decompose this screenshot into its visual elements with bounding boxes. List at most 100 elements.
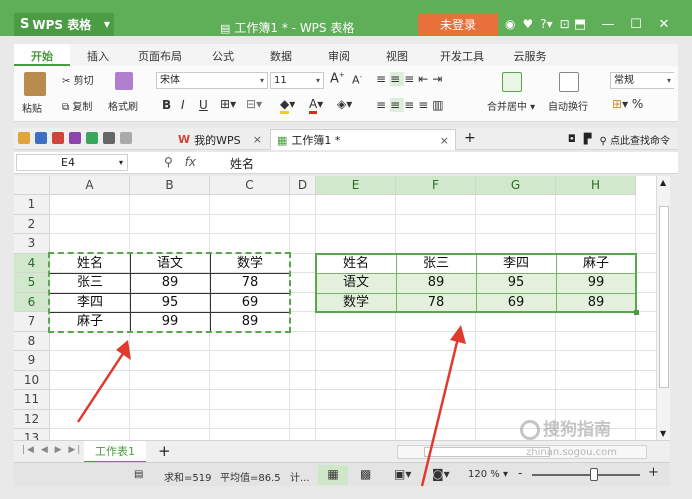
column-header-c[interactable]: C (210, 176, 290, 195)
indent-decrease-icon[interactable]: ⇤ (418, 72, 432, 86)
normal-view-button[interactable]: ▦ (318, 465, 348, 485)
percent-button[interactable]: % (632, 97, 643, 111)
undo-icon[interactable] (103, 132, 115, 144)
wrap-text-button[interactable]: 自动换行 (548, 98, 588, 113)
row-header-5[interactable]: 5 (14, 273, 50, 293)
align-left-icon[interactable]: ≡ (376, 98, 390, 112)
row-header-13[interactable]: 13 (14, 429, 50, 440)
format-painter-icon[interactable] (115, 72, 133, 90)
status-doc-icon[interactable]: ▤ (134, 469, 143, 480)
print-icon[interactable] (69, 132, 81, 144)
italic-button[interactable]: I (181, 98, 185, 112)
wrap-text-icon[interactable] (559, 72, 579, 92)
tab-page-layout[interactable]: 页面布局 (126, 44, 194, 66)
scroll-up-icon[interactable]: ▲ (660, 178, 666, 187)
save-icon[interactable] (35, 132, 47, 144)
close-tab-my-wps[interactable]: × (253, 133, 262, 146)
align-bottom-icon[interactable]: ≡ (404, 72, 418, 86)
number-format-select[interactable]: 常规 (610, 72, 674, 89)
column-header-d[interactable]: D (290, 176, 316, 195)
column-header-f[interactable]: F (396, 176, 476, 195)
page-break-view-button[interactable]: ▩ (360, 467, 371, 481)
align-center-icon[interactable]: ≡ (390, 98, 405, 112)
tab-insert[interactable]: 插入 (70, 44, 126, 66)
doc-share-icon[interactable]: ◘ (568, 134, 576, 145)
column-header-e[interactable]: E (316, 176, 396, 195)
help-icon[interactable]: ?▾ (540, 17, 552, 31)
layout-icon[interactable]: ▛ (584, 134, 592, 145)
export-pdf-icon[interactable] (52, 132, 64, 144)
tab-review[interactable]: 审阅 (310, 44, 368, 66)
add-sheet-button[interactable]: + (158, 442, 171, 460)
tab-cloud[interactable]: 云服务 (498, 44, 562, 66)
login-button[interactable]: 未登录 (418, 13, 498, 36)
column-header-b[interactable]: B (130, 176, 210, 195)
skin-icon[interactable]: ◉ (505, 17, 515, 31)
merge-center-button[interactable]: 合并居中 ▾ (487, 98, 535, 113)
wps-app-menu-button[interactable]: S WPS 表格 ▼ (14, 13, 114, 36)
bold-button[interactable]: B (162, 98, 171, 112)
currency-button[interactable]: ⊞▾ % (612, 97, 643, 111)
tab-developer[interactable]: 开发工具 (426, 44, 498, 66)
zoom-out-button[interactable]: - (518, 466, 522, 480)
tab-view[interactable]: 视图 (368, 44, 426, 66)
cut-button[interactable]: ✂ 剪切 (62, 72, 94, 87)
row-header-6[interactable]: 6 (14, 292, 50, 312)
row-header-1[interactable]: 1 (14, 195, 50, 215)
zoom-level[interactable]: 120 % ▾ (468, 469, 508, 480)
name-box[interactable]: E4 (16, 154, 128, 171)
fill-handle[interactable] (634, 310, 639, 315)
more-icon[interactable] (120, 132, 132, 144)
tab-my-wps[interactable]: W 我的WPS × (172, 129, 268, 150)
paste-icon[interactable] (24, 72, 46, 96)
select-all-corner[interactable] (14, 176, 50, 195)
justify-icon[interactable]: ≡ (418, 98, 432, 112)
distributed-icon[interactable]: ▥ (432, 98, 447, 112)
pin-icon[interactable]: ⬒ (566, 13, 594, 36)
vertical-scroll-thumb[interactable] (659, 206, 669, 388)
align-top-icon[interactable]: ≡ (376, 72, 390, 86)
tab-formulas[interactable]: 公式 (194, 44, 252, 66)
row-header-9[interactable]: 9 (14, 351, 50, 371)
sheet-nav-arrows[interactable]: |◀ ◀ ▶ ▶| (22, 445, 82, 455)
print-preview-icon[interactable] (86, 132, 98, 144)
close-tab-workbook1[interactable]: × (440, 134, 449, 147)
new-tab-button[interactable]: + (464, 130, 476, 146)
open-folder-icon[interactable] (18, 132, 30, 144)
vertical-scrollbar[interactable]: ▲ ▼ (656, 176, 670, 440)
tab-workbook1[interactable]: ▦ 工作簿1 * × (270, 129, 456, 150)
zoom-slider-knob[interactable] (590, 468, 598, 481)
horizontal-align-group[interactable]: ≡≡≡≡▥ (376, 98, 448, 112)
border-button[interactable]: ⊞▾ (220, 97, 236, 111)
scroll-down-icon[interactable]: ▼ (660, 429, 666, 438)
row-header-3[interactable]: 3 (14, 234, 50, 254)
tab-home[interactable]: 开始 (14, 44, 70, 66)
formula-input[interactable]: 姓名 (230, 155, 254, 172)
border-style-button[interactable]: ⊟▾ (246, 97, 262, 111)
underline-button[interactable]: U (199, 98, 208, 112)
merge-icon[interactable] (502, 72, 522, 92)
fill-color-button[interactable]: ◆▾ (280, 97, 295, 114)
align-middle-icon[interactable]: ≡ (390, 72, 405, 86)
fx-icon[interactable]: fx (185, 155, 196, 169)
row-header-11[interactable]: 11 (14, 390, 50, 410)
font-name-select[interactable]: 宋体 (156, 72, 268, 89)
zoom-formula-icon[interactable]: ⚲ (164, 155, 173, 169)
column-header-h[interactable]: H (556, 176, 636, 195)
row-header-8[interactable]: 8 (14, 331, 50, 351)
format-painter-button[interactable]: 格式刷 (108, 98, 138, 113)
reading-view-button[interactable]: ▣▾ (394, 467, 411, 481)
close-button[interactable]: ✕ (650, 13, 678, 36)
clear-format-button[interactable]: ◈▾ (337, 97, 352, 111)
search-command-field[interactable]: ⚲ 点此查找命令 (599, 132, 670, 147)
eye-protect-button[interactable]: ◙▾ (432, 467, 450, 481)
row-header-7[interactable]: 7 (14, 312, 50, 332)
sheet-tab-1[interactable]: 工作表1 (84, 441, 146, 463)
minimize-button[interactable]: — (594, 13, 622, 36)
row-header-4[interactable]: 4 (14, 253, 50, 273)
paste-button[interactable]: 粘贴 (22, 100, 42, 115)
row-header-10[interactable]: 10 (14, 370, 50, 390)
row-header-2[interactable]: 2 (14, 214, 50, 234)
zoom-in-button[interactable]: + (648, 465, 659, 480)
maximize-button[interactable]: ☐ (622, 13, 650, 36)
